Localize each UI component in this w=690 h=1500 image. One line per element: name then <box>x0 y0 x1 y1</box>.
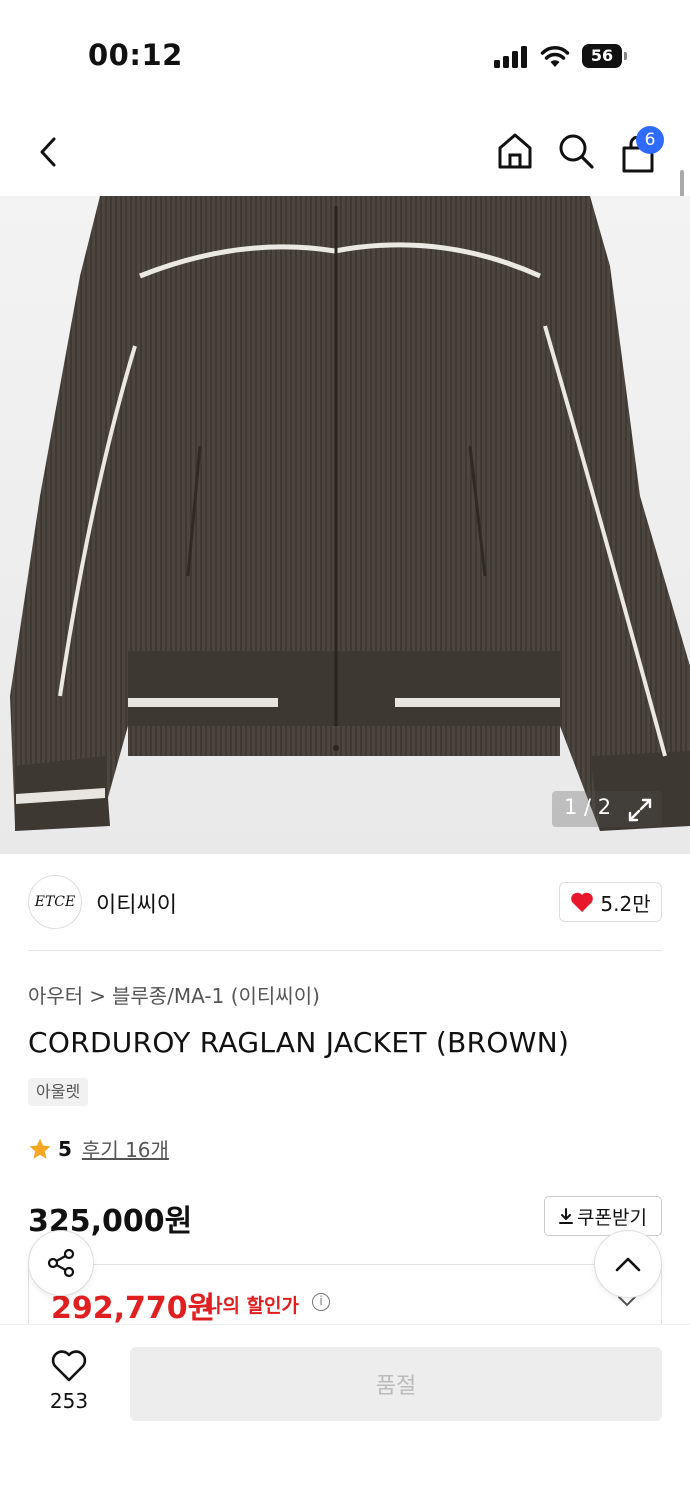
image-counter: 1 / 2 <box>552 791 662 827</box>
wishlist-count: 253 <box>49 1389 89 1413</box>
share-icon <box>47 1248 75 1278</box>
brand-name[interactable]: 이티씨이 <box>96 887 177 919</box>
rating-value: 5 <box>58 1136 72 1161</box>
breadcrumb-separator: > <box>89 984 106 1008</box>
brand-logo[interactable]: ETCE <box>28 875 82 929</box>
breadcrumb: 아우터 > 블루종/MA-1 (이티씨이) <box>28 980 320 1009</box>
chevron-up-icon <box>615 1257 641 1272</box>
search-button[interactable] <box>553 128 599 174</box>
product-image[interactable]: 1 / 2 <box>0 196 690 854</box>
wifi-icon <box>540 46 570 67</box>
back-arrow-icon <box>40 137 56 167</box>
expand-icon[interactable] <box>626 796 654 824</box>
status-bar: 00:12 56 <box>0 0 690 110</box>
status-time: 00:12 <box>88 38 183 72</box>
review-link[interactable]: 후기 16개 <box>82 1134 169 1163</box>
heart-icon <box>571 892 594 912</box>
search-icon <box>559 134 594 169</box>
image-counter-text: 1 / 2 <box>564 795 612 819</box>
outlet-tag: 아울렛 <box>28 1078 89 1106</box>
download-icon <box>559 1208 574 1224</box>
discount-label: 나의 할인가 <box>205 1295 300 1317</box>
divider <box>28 950 662 951</box>
cart-button[interactable]: 6 <box>614 126 664 176</box>
brand-row[interactable]: ETCE 이티씨이 5.2만 <box>28 875 662 931</box>
battery-icon: 56 <box>582 44 628 68</box>
scroll-top-button[interactable] <box>594 1230 662 1298</box>
home-icon <box>498 133 532 169</box>
rating-row: 5 후기 16개 <box>28 1134 169 1163</box>
back-button[interactable] <box>24 128 72 176</box>
star-icon <box>29 1138 51 1159</box>
coupon-button[interactable]: 쿠폰받기 <box>544 1196 662 1236</box>
home-button[interactable] <box>492 128 538 174</box>
jacket-photo <box>10 196 690 831</box>
coupon-label: 쿠폰받기 <box>577 1206 647 1229</box>
signal-icon <box>494 46 530 68</box>
wishlist-button[interactable]: 253 <box>36 1349 102 1419</box>
brand-like-count: 5.2만 <box>600 891 651 916</box>
info-icon[interactable]: i <box>312 1293 330 1311</box>
brand-like-button[interactable]: 5.2만 <box>559 882 662 922</box>
product-title: CORDUROY RAGLAN JACKET (BROWN) <box>28 1026 570 1059</box>
breadcrumb-subcategory[interactable]: 블루종/MA-1 (이티씨이) <box>112 984 320 1008</box>
breadcrumb-category[interactable]: 아우터 <box>28 984 83 1008</box>
cart-count-badge: 6 <box>636 126 664 154</box>
soldout-button[interactable]: 품절 <box>130 1347 662 1421</box>
heart-outline-icon <box>51 1350 87 1382</box>
battery-level: 56 <box>582 44 622 68</box>
top-nav: 6 <box>0 110 690 196</box>
share-button[interactable] <box>28 1230 94 1296</box>
bottom-action-bar: 253 품절 <box>0 1324 690 1500</box>
